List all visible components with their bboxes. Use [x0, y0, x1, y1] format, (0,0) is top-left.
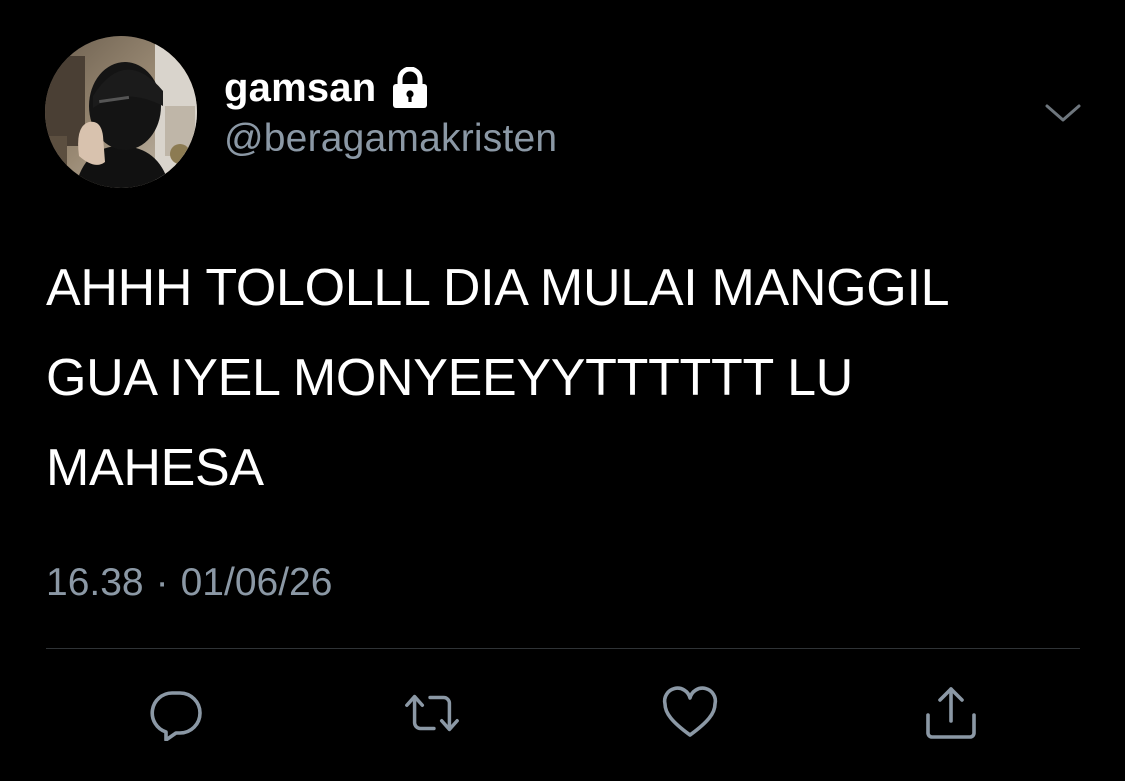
- timestamp-separator: ·: [155, 561, 169, 604]
- user-handle[interactable]: @beragamakristen: [224, 117, 557, 161]
- tweet-text-line: AHHH TOLOLLL DIA MULAI MANGGIL: [46, 259, 950, 317]
- tweet-text: AHHH TOLOLLL DIA MULAI MANGGIL GUA IYEL …: [46, 243, 1106, 513]
- tweet-text-line: MAHESA: [46, 439, 264, 497]
- tweet-text-line: GUA IYEL MONYEEYYTTTTTT LU: [46, 349, 854, 407]
- lock-icon: [390, 66, 430, 109]
- heart-icon: [662, 686, 718, 737]
- user-name-row[interactable]: gamsan: [224, 62, 430, 114]
- display-name[interactable]: gamsan: [224, 66, 376, 111]
- retweet-icon: [405, 694, 459, 732]
- retweet-button[interactable]: [402, 683, 462, 743]
- share-button[interactable]: [921, 683, 981, 743]
- share-icon: [926, 687, 976, 739]
- chevron-down-icon[interactable]: [1043, 98, 1083, 128]
- reply-button[interactable]: [146, 683, 206, 743]
- tweet-timestamp[interactable]: 16.38 · 01/06/26: [46, 561, 332, 605]
- tweet-date: 01/06/26: [180, 561, 333, 604]
- like-button[interactable]: [660, 683, 720, 743]
- reply-icon: [150, 691, 202, 741]
- profile-photo: [45, 36, 197, 188]
- tweet-time: 16.38: [46, 561, 144, 604]
- divider: [46, 648, 1080, 649]
- avatar[interactable]: [45, 36, 197, 188]
